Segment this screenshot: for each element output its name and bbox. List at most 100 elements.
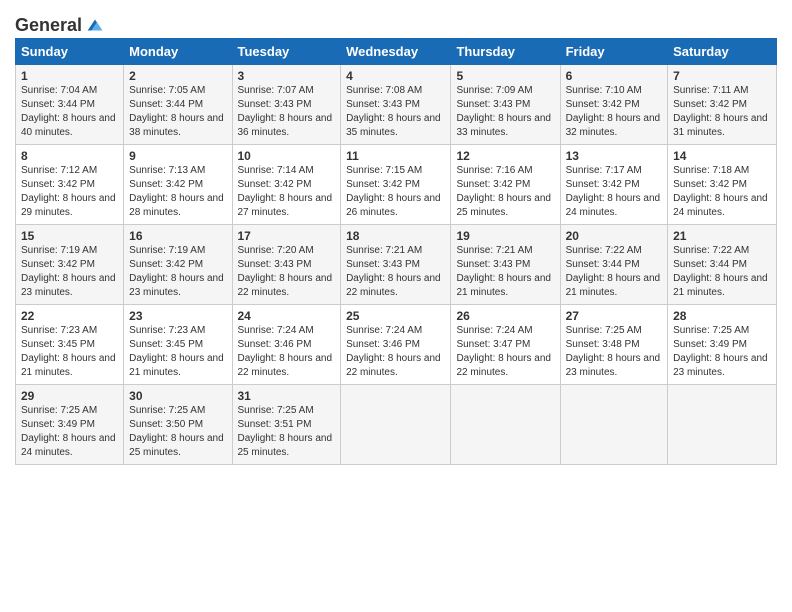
day-number: 23 [129,309,226,323]
day-info: Sunrise: 7:18 AMSunset: 3:42 PMDaylight:… [673,165,768,218]
calendar-cell: 2 Sunrise: 7:05 AMSunset: 3:44 PMDayligh… [124,65,232,145]
day-info: Sunrise: 7:07 AMSunset: 3:43 PMDaylight:… [238,85,333,138]
day-number: 28 [673,309,771,323]
day-number: 3 [238,69,336,83]
day-info: Sunrise: 7:24 AMSunset: 3:47 PMDaylight:… [456,325,551,378]
calendar-cell: 23 Sunrise: 7:23 AMSunset: 3:45 PMDaylig… [124,305,232,385]
day-number: 14 [673,149,771,163]
day-info: Sunrise: 7:23 AMSunset: 3:45 PMDaylight:… [129,325,224,378]
day-info: Sunrise: 7:19 AMSunset: 3:42 PMDaylight:… [129,245,224,298]
day-number: 30 [129,389,226,403]
day-number: 2 [129,69,226,83]
day-number: 17 [238,229,336,243]
day-number: 13 [566,149,662,163]
day-info: Sunrise: 7:12 AMSunset: 3:42 PMDaylight:… [21,165,116,218]
calendar-cell: 5 Sunrise: 7:09 AMSunset: 3:43 PMDayligh… [451,65,560,145]
calendar-cell: 4 Sunrise: 7:08 AMSunset: 3:43 PMDayligh… [341,65,451,145]
day-number: 29 [21,389,118,403]
calendar-cell: 11 Sunrise: 7:15 AMSunset: 3:42 PMDaylig… [341,145,451,225]
calendar-page: General SundayMondayTuesdayWednesdayThur… [0,0,792,612]
calendar-cell: 19 Sunrise: 7:21 AMSunset: 3:43 PMDaylig… [451,225,560,305]
calendar-header-tuesday: Tuesday [232,39,341,65]
calendar-week-row: 8 Sunrise: 7:12 AMSunset: 3:42 PMDayligh… [16,145,777,225]
logo-general-text: General [15,15,82,36]
calendar-cell: 17 Sunrise: 7:20 AMSunset: 3:43 PMDaylig… [232,225,341,305]
day-number: 15 [21,229,118,243]
day-info: Sunrise: 7:25 AMSunset: 3:50 PMDaylight:… [129,405,224,458]
day-info: Sunrise: 7:20 AMSunset: 3:43 PMDaylight:… [238,245,333,298]
day-number: 21 [673,229,771,243]
day-info: Sunrise: 7:25 AMSunset: 3:48 PMDaylight:… [566,325,661,378]
calendar-cell [560,385,667,465]
calendar-cell: 31 Sunrise: 7:25 AMSunset: 3:51 PMDaylig… [232,385,341,465]
calendar-cell: 8 Sunrise: 7:12 AMSunset: 3:42 PMDayligh… [16,145,124,225]
calendar-cell: 13 Sunrise: 7:17 AMSunset: 3:42 PMDaylig… [560,145,667,225]
day-number: 10 [238,149,336,163]
day-info: Sunrise: 7:16 AMSunset: 3:42 PMDaylight:… [456,165,551,218]
day-info: Sunrise: 7:19 AMSunset: 3:42 PMDaylight:… [21,245,116,298]
day-info: Sunrise: 7:25 AMSunset: 3:49 PMDaylight:… [673,325,768,378]
day-info: Sunrise: 7:09 AMSunset: 3:43 PMDaylight:… [456,85,551,138]
day-number: 19 [456,229,554,243]
day-info: Sunrise: 7:14 AMSunset: 3:42 PMDaylight:… [238,165,333,218]
header: General [15,10,777,32]
day-info: Sunrise: 7:24 AMSunset: 3:46 PMDaylight:… [238,325,333,378]
day-number: 1 [21,69,118,83]
calendar-cell: 9 Sunrise: 7:13 AMSunset: 3:42 PMDayligh… [124,145,232,225]
calendar-header-row: SundayMondayTuesdayWednesdayThursdayFrid… [16,39,777,65]
calendar-cell: 15 Sunrise: 7:19 AMSunset: 3:42 PMDaylig… [16,225,124,305]
day-number: 18 [346,229,445,243]
day-number: 20 [566,229,662,243]
calendar-cell: 30 Sunrise: 7:25 AMSunset: 3:50 PMDaylig… [124,385,232,465]
calendar-cell: 22 Sunrise: 7:23 AMSunset: 3:45 PMDaylig… [16,305,124,385]
day-info: Sunrise: 7:25 AMSunset: 3:51 PMDaylight:… [238,405,333,458]
calendar-cell [451,385,560,465]
calendar-week-row: 15 Sunrise: 7:19 AMSunset: 3:42 PMDaylig… [16,225,777,305]
calendar-cell: 10 Sunrise: 7:14 AMSunset: 3:42 PMDaylig… [232,145,341,225]
day-number: 12 [456,149,554,163]
day-number: 8 [21,149,118,163]
calendar-cell: 21 Sunrise: 7:22 AMSunset: 3:44 PMDaylig… [668,225,777,305]
day-number: 16 [129,229,226,243]
calendar-cell: 1 Sunrise: 7:04 AMSunset: 3:44 PMDayligh… [16,65,124,145]
day-info: Sunrise: 7:15 AMSunset: 3:42 PMDaylight:… [346,165,441,218]
day-info: Sunrise: 7:25 AMSunset: 3:49 PMDaylight:… [21,405,116,458]
calendar-cell [668,385,777,465]
day-info: Sunrise: 7:13 AMSunset: 3:42 PMDaylight:… [129,165,224,218]
logo-icon [84,14,106,36]
day-number: 4 [346,69,445,83]
calendar-cell: 12 Sunrise: 7:16 AMSunset: 3:42 PMDaylig… [451,145,560,225]
day-number: 24 [238,309,336,323]
day-number: 22 [21,309,118,323]
calendar-week-row: 29 Sunrise: 7:25 AMSunset: 3:49 PMDaylig… [16,385,777,465]
calendar-cell: 20 Sunrise: 7:22 AMSunset: 3:44 PMDaylig… [560,225,667,305]
day-info: Sunrise: 7:24 AMSunset: 3:46 PMDaylight:… [346,325,441,378]
day-info: Sunrise: 7:21 AMSunset: 3:43 PMDaylight:… [346,245,441,298]
calendar-header-saturday: Saturday [668,39,777,65]
calendar-cell: 16 Sunrise: 7:19 AMSunset: 3:42 PMDaylig… [124,225,232,305]
calendar-cell: 14 Sunrise: 7:18 AMSunset: 3:42 PMDaylig… [668,145,777,225]
day-info: Sunrise: 7:22 AMSunset: 3:44 PMDaylight:… [566,245,661,298]
calendar-cell: 27 Sunrise: 7:25 AMSunset: 3:48 PMDaylig… [560,305,667,385]
calendar-cell: 3 Sunrise: 7:07 AMSunset: 3:43 PMDayligh… [232,65,341,145]
logo: General [15,14,106,32]
day-number: 9 [129,149,226,163]
day-number: 7 [673,69,771,83]
day-number: 27 [566,309,662,323]
calendar-cell: 25 Sunrise: 7:24 AMSunset: 3:46 PMDaylig… [341,305,451,385]
day-number: 11 [346,149,445,163]
day-info: Sunrise: 7:08 AMSunset: 3:43 PMDaylight:… [346,85,441,138]
day-info: Sunrise: 7:04 AMSunset: 3:44 PMDaylight:… [21,85,116,138]
day-number: 5 [456,69,554,83]
calendar-cell: 29 Sunrise: 7:25 AMSunset: 3:49 PMDaylig… [16,385,124,465]
calendar-cell: 28 Sunrise: 7:25 AMSunset: 3:49 PMDaylig… [668,305,777,385]
calendar-cell [341,385,451,465]
calendar-header-sunday: Sunday [16,39,124,65]
calendar-cell: 26 Sunrise: 7:24 AMSunset: 3:47 PMDaylig… [451,305,560,385]
calendar-header-wednesday: Wednesday [341,39,451,65]
day-number: 26 [456,309,554,323]
day-number: 25 [346,309,445,323]
day-number: 6 [566,69,662,83]
calendar-cell: 24 Sunrise: 7:24 AMSunset: 3:46 PMDaylig… [232,305,341,385]
day-number: 31 [238,389,336,403]
